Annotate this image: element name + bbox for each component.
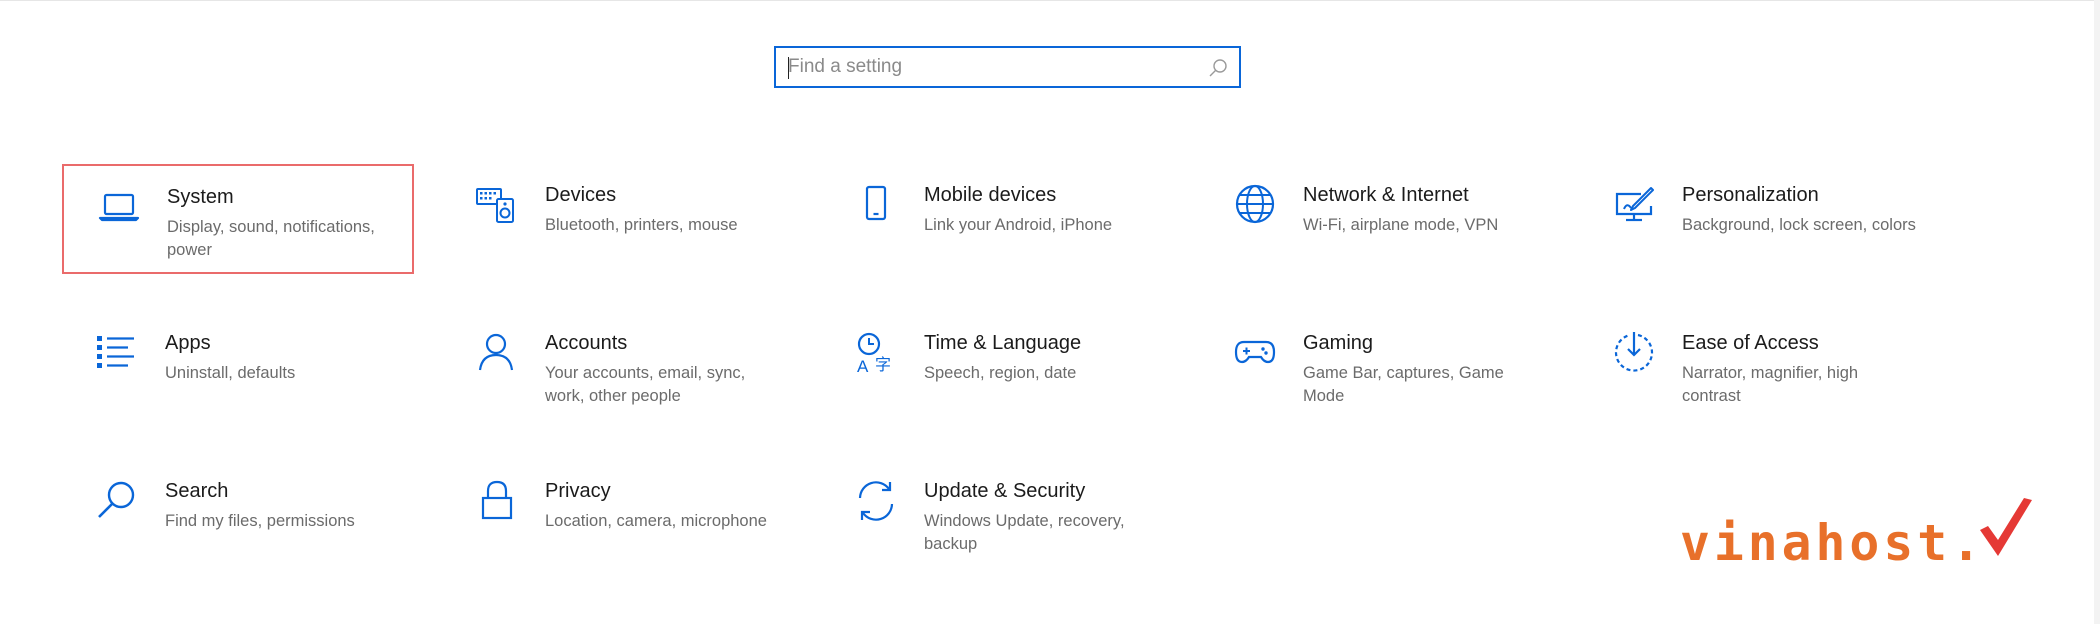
tile-description: Display, sound, notifications, power	[167, 218, 375, 259]
tile-description: Link your Android, iPhone	[924, 216, 1113, 234]
tile-title: Personalization	[1682, 184, 1819, 206]
top-divider	[0, 0, 2100, 1]
tile-title: Mobile devices	[924, 184, 1057, 206]
tile-title: Network & Internet	[1303, 184, 1469, 206]
tile-update-security[interactable]: Update & Security Windows Update, recove…	[821, 460, 1173, 570]
tile-description: Find my files, permissions	[165, 512, 355, 530]
laptop-icon	[96, 184, 142, 230]
watermark-text: vinahost.	[1680, 514, 1985, 570]
tile-description: Your accounts, email, sync, work, other …	[545, 364, 746, 405]
apps-list-icon	[94, 330, 140, 376]
tile-description: Speech, region, date	[924, 364, 1077, 382]
ease-of-access-icon	[1611, 330, 1657, 376]
tile-description: Narrator, magnifier, high contrast	[1682, 364, 1859, 405]
tile-gaming[interactable]: Gaming Game Bar, captures, Game Mode	[1200, 312, 1552, 422]
checkmark-icon	[1980, 498, 2032, 556]
lock-icon	[474, 478, 520, 524]
tile-description: Background, lock screen, colors	[1682, 216, 1916, 234]
tile-title: Gaming	[1303, 332, 1374, 354]
tile-description: Uninstall, defaults	[165, 364, 296, 382]
person-icon	[474, 330, 520, 376]
globe-icon	[1232, 182, 1278, 228]
tile-title: Privacy	[545, 480, 611, 502]
time-language-icon: A 字	[853, 330, 899, 376]
search-icon	[94, 478, 140, 524]
tile-title: Accounts	[545, 332, 628, 354]
tile-title: Ease of Access	[1682, 332, 1819, 354]
tile-title: Search	[165, 480, 229, 502]
tile-description: Wi-Fi, airplane mode, VPN	[1303, 216, 1499, 234]
tile-devices[interactable]: Devices Bluetooth, printers, mouse	[442, 164, 794, 274]
text-caret	[788, 57, 789, 79]
devices-icon	[474, 182, 520, 228]
tile-accounts[interactable]: Accounts Your accounts, email, sync, wor…	[442, 312, 794, 422]
tile-description: Windows Update, recovery, backup	[924, 512, 1125, 553]
tile-description: Bluetooth, printers, mouse	[545, 216, 738, 234]
paint-icon	[1611, 182, 1657, 228]
tile-network-internet[interactable]: Network & Internet Wi-Fi, airplane mode,…	[1200, 164, 1552, 274]
search-input[interactable]	[788, 50, 1188, 84]
tile-time-language[interactable]: A 字 Time & Language Speech, region, date	[821, 312, 1173, 422]
tile-title: Time & Language	[924, 332, 1082, 354]
svg-text:A: A	[857, 357, 869, 376]
tile-privacy[interactable]: Privacy Location, camera, microphone	[442, 460, 794, 570]
tile-title: Update & Security	[924, 480, 1086, 502]
tile-search[interactable]: Search Find my files, permissions	[62, 460, 414, 570]
svg-text:字: 字	[875, 355, 891, 374]
tile-mobile-devices[interactable]: Mobile devices Link your Android, iPhone	[821, 164, 1173, 274]
tile-apps[interactable]: Apps Uninstall, defaults	[62, 312, 414, 422]
sync-icon	[853, 478, 899, 524]
tile-personalization[interactable]: Personalization Background, lock screen,…	[1579, 164, 1931, 274]
tile-description: Location, camera, microphone	[545, 512, 767, 530]
tile-description: Game Bar, captures, Game Mode	[1303, 364, 1504, 405]
tile-system[interactable]: System Display, sound, notifications, po…	[62, 164, 414, 274]
phone-icon	[853, 182, 899, 228]
vinahost-watermark: vinahost.	[1680, 490, 2040, 570]
tile-title: System	[167, 186, 234, 208]
tile-title: Devices	[545, 184, 617, 206]
tile-ease-of-access[interactable]: Ease of Access Narrator, magnifier, high…	[1579, 312, 1931, 422]
tile-title: Apps	[165, 332, 211, 354]
gamepad-icon	[1232, 330, 1278, 376]
search-box[interactable]	[774, 46, 1241, 88]
magnifier-icon[interactable]	[1207, 57, 1229, 79]
window-edge	[2094, 0, 2100, 624]
